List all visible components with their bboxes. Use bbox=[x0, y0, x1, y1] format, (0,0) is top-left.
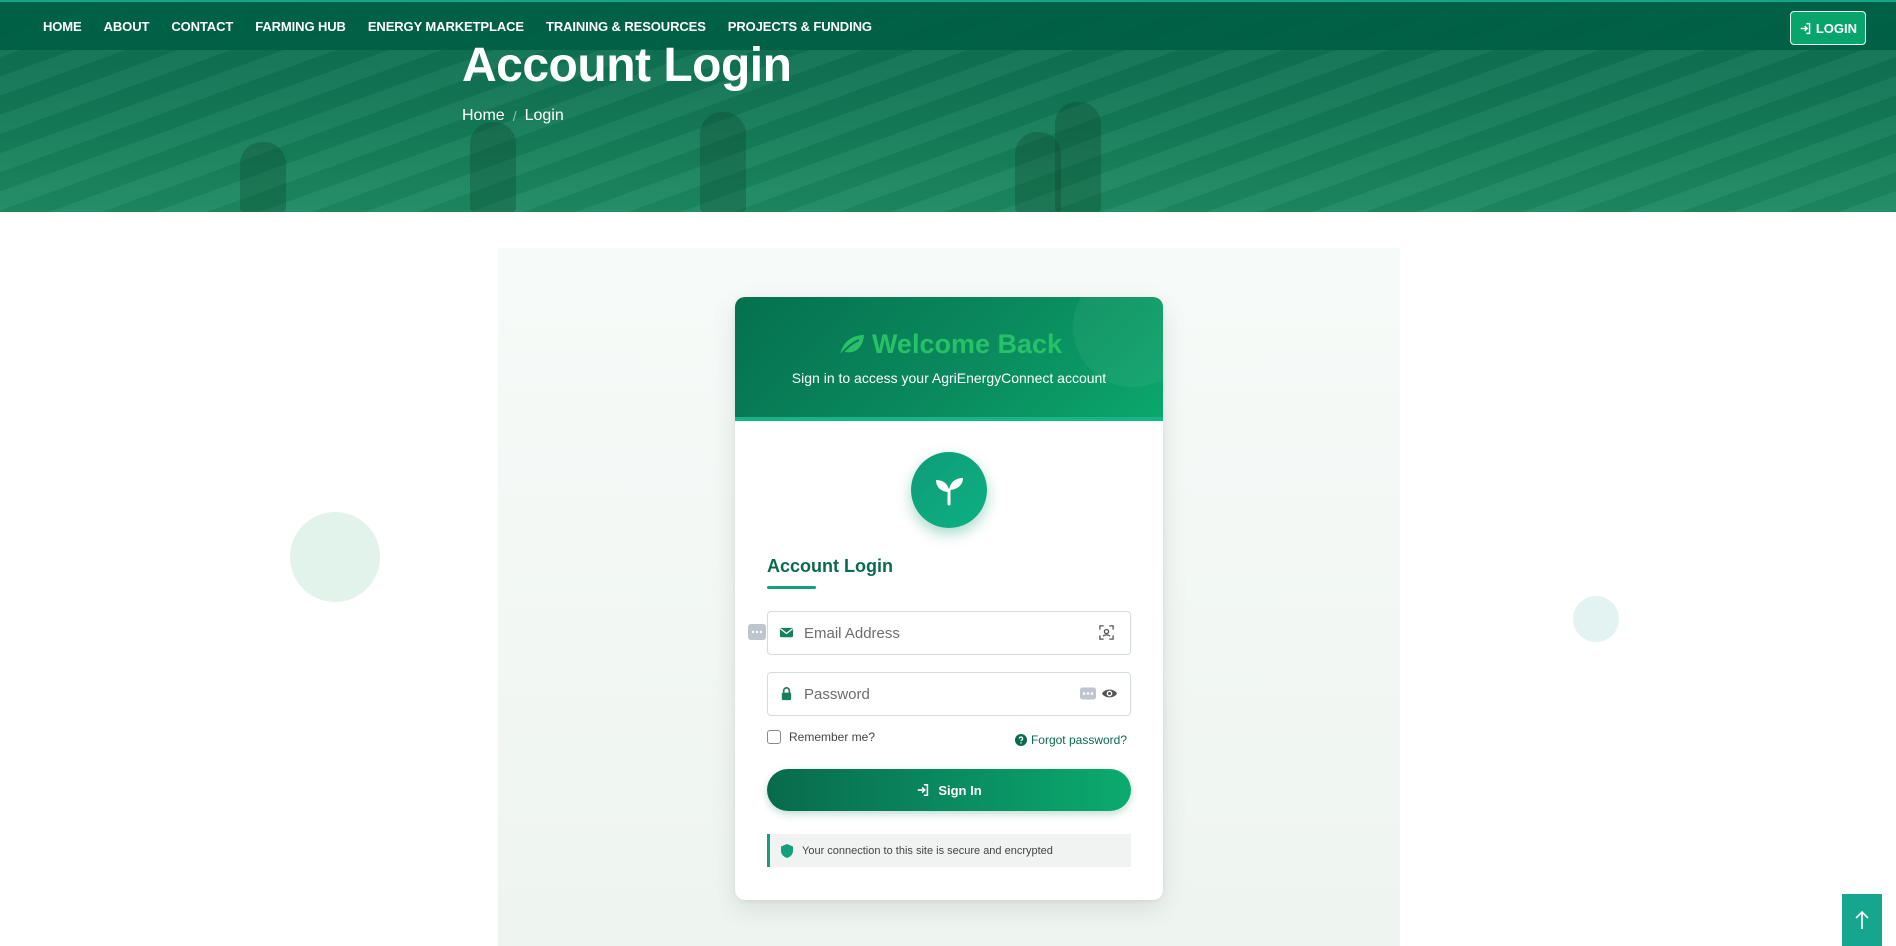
login-card: Welcome Back Sign in to access your Agri… bbox=[735, 297, 1163, 900]
arrow-up-icon bbox=[1855, 910, 1869, 929]
shield-icon bbox=[781, 843, 793, 858]
password-manager-icon[interactable] bbox=[1080, 685, 1096, 702]
hero-background-figure bbox=[700, 112, 746, 212]
nav-login-button[interactable]: LOGIN bbox=[1789, 11, 1866, 45]
welcome-subtitle: Sign in to access your AgriEnergyConnect… bbox=[791, 370, 1107, 386]
nav-item-farming-hub[interactable]: FARMING HUB bbox=[255, 19, 346, 34]
seedling-icon bbox=[936, 478, 963, 506]
forgot-password-link[interactable]: Forgot password? bbox=[1014, 733, 1127, 747]
email-field bbox=[767, 611, 1131, 655]
decorative-circle bbox=[1573, 596, 1619, 642]
forgot-password-label: Forgot password? bbox=[1030, 733, 1127, 747]
breadcrumb-separator: / bbox=[512, 108, 517, 124]
autofill-scan-icon[interactable] bbox=[1098, 624, 1115, 641]
nav-menu: HOME ABOUT CONTACT FARMING HUB ENERGY MA… bbox=[43, 19, 894, 34]
envelope-icon bbox=[779, 627, 794, 638]
nav-item-contact[interactable]: CONTACT bbox=[171, 19, 233, 34]
eye-icon[interactable] bbox=[1101, 685, 1118, 702]
page-title: Account Login bbox=[462, 39, 792, 92]
welcome-text: Welcome Back bbox=[871, 329, 1063, 359]
secure-connection-note: Your connection to this site is secure a… bbox=[767, 834, 1131, 867]
sign-in-button[interactable]: Sign In bbox=[767, 769, 1131, 811]
login-card-header: Welcome Back Sign in to access your Agri… bbox=[735, 297, 1163, 421]
lock-icon bbox=[781, 687, 792, 701]
nav-item-energy-marketplace[interactable]: ENERGY MARKETPLACE bbox=[368, 19, 524, 34]
sign-in-label: Sign In bbox=[938, 782, 982, 798]
login-arrow-icon bbox=[1800, 22, 1811, 34]
decorative-circle bbox=[290, 512, 380, 602]
password-manager-icon[interactable] bbox=[748, 624, 766, 640]
question-circle-icon bbox=[1014, 734, 1027, 746]
sign-in-icon bbox=[918, 783, 929, 797]
form-title-underline bbox=[767, 586, 816, 589]
remember-me-checkbox[interactable] bbox=[767, 730, 781, 744]
password-input[interactable] bbox=[804, 673, 1094, 715]
breadcrumb: Home / Login bbox=[462, 107, 564, 125]
hero-background-figure bbox=[470, 122, 516, 212]
seedling-avatar bbox=[911, 452, 987, 528]
hero-background-figure bbox=[1055, 102, 1101, 212]
nav-item-projects-funding[interactable]: PROJECTS & FUNDING bbox=[728, 19, 872, 34]
email-input[interactable] bbox=[804, 612, 1094, 654]
nav-item-home[interactable]: HOME bbox=[43, 19, 82, 34]
secure-connection-text: Your connection to this site is secure a… bbox=[802, 844, 1053, 857]
password-field bbox=[767, 672, 1131, 716]
hero-banner: HOME ABOUT CONTACT FARMING HUB ENERGY MA… bbox=[0, 0, 1896, 212]
breadcrumb-current: Login bbox=[524, 107, 564, 124]
nav-item-training-resources[interactable]: TRAINING & RESOURCES bbox=[546, 19, 706, 34]
leaf-icon bbox=[839, 334, 864, 357]
remember-me: Remember me? bbox=[767, 730, 875, 744]
hero-background-figure bbox=[240, 142, 286, 212]
nav-item-about[interactable]: ABOUT bbox=[104, 19, 150, 34]
nav-login-label: LOGIN bbox=[1815, 20, 1857, 36]
welcome-heading: Welcome Back bbox=[735, 329, 1163, 360]
form-title: Account Login bbox=[767, 556, 893, 576]
remember-me-label[interactable]: Remember me? bbox=[789, 730, 875, 744]
top-navbar: HOME ABOUT CONTACT FARMING HUB ENERGY MA… bbox=[0, 0, 1896, 50]
breadcrumb-home[interactable]: Home bbox=[462, 107, 505, 125]
scroll-to-top-button[interactable] bbox=[1842, 894, 1882, 946]
